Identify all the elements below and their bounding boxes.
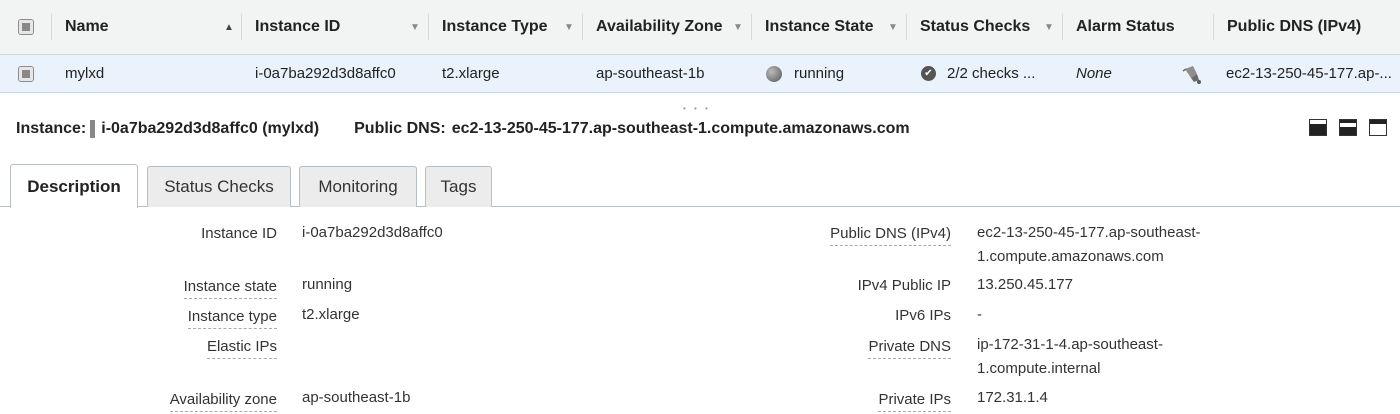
value-public-dns-line2: 1.compute.amazonaws.com [977,248,1164,265]
column-header-instance-type[interactable]: Instance Type ▼ [429,0,583,54]
pane-layout-buttons [1309,119,1387,136]
label-ipv4-public-ip: IPv4 Public IP [857,277,951,294]
value-instance-id: i-0a7ba292d3d8affc0 [302,224,443,241]
status-check-icon: ✔ [921,66,936,81]
layout-split-pane-icon[interactable] [1339,119,1357,136]
value-public-dns-line1: ec2-13-250-45-177.ap-southeast- [977,224,1201,241]
value-private-dns: ip-172-31-1-4.ap-southeast- 1.compute.in… [977,333,1163,381]
table-header: Name ▲ Instance ID ▼ Instance Type ▼ Ava… [0,0,1400,55]
column-header-public-dns-label: Public DNS (IPv4) [1227,18,1362,35]
alarm-bell-icon[interactable] [1180,55,1202,92]
table-row[interactable]: mylxd i-0a7ba292d3d8affc0 t2.xlarge ap-s… [0,55,1400,93]
label-private-ips[interactable]: Private IPs [878,391,951,412]
column-header-status-checks-label: Status Checks [920,18,1031,35]
sort-dropdown-icon[interactable]: ▼ [888,22,898,33]
sort-dropdown-icon[interactable]: ▼ [733,22,743,33]
value-private-dns-line1: ip-172-31-1-4.ap-southeast- [977,336,1163,353]
label-instance-id: Instance ID [201,225,277,242]
column-header-instance-type-label: Instance Type [442,18,548,35]
select-all-checkbox-cell[interactable] [0,0,52,54]
column-header-public-dns[interactable]: Public DNS (IPv4) [1214,0,1400,54]
column-header-instance-id[interactable]: Instance ID ▼ [242,0,429,54]
instance-heading-value: i-0a7ba292d3d8affc0 (mylxd) [101,120,320,137]
layout-top-pane-icon[interactable] [1369,119,1387,136]
cell-availability-zone: ap-southeast-1b [596,65,705,82]
label-availability-zone[interactable]: Availability zone [169,391,277,412]
sort-dropdown-icon[interactable]: ▼ [564,22,574,33]
layout-bottom-pane-icon[interactable] [1309,119,1327,136]
cell-status-checks[interactable]: ✔ 2/2 checks ... [921,55,1035,92]
instances-table: Name ▲ Instance ID ▼ Instance Type ▼ Ava… [0,0,1400,93]
public-dns-heading-label: Public DNS: [354,120,446,137]
cell-instance-state: running [766,55,844,92]
value-ipv4-public-ip: 13.250.45.177 [977,276,1073,293]
column-header-instance-id-label: Instance ID [255,18,341,35]
tab-description[interactable]: Description [10,164,138,208]
column-header-status-checks[interactable]: Status Checks ▼ [907,0,1063,54]
cell-name[interactable]: mylxd [65,55,104,92]
value-private-ips: 172.31.1.4 [977,389,1048,406]
column-header-availability-zone[interactable]: Availability Zone ▼ [583,0,752,54]
row-checkbox-cell[interactable] [18,55,34,92]
column-header-instance-state[interactable]: Instance State ▼ [752,0,907,54]
instance-state-icon [766,65,782,82]
label-ipv6-ips: IPv6 IPs [895,307,951,324]
detail-tabs: Description Status Checks Monitoring Tag… [0,164,1400,208]
label-elastic-ips[interactable]: Elastic IPs [206,338,277,359]
column-header-name-label: Name [65,18,109,35]
label-instance-type[interactable]: Instance type [187,308,277,329]
tab-status-checks[interactable]: Status Checks [147,166,291,207]
select-all-checkbox[interactable] [18,19,34,35]
label-instance-state[interactable]: Instance state [183,278,277,299]
instance-marker [90,120,96,138]
row-select-checkbox[interactable] [18,65,34,82]
value-public-dns: ec2-13-250-45-177.ap-southeast- 1.comput… [977,221,1200,269]
column-header-alarm-status[interactable]: Alarm Status [1063,0,1214,54]
column-header-availability-zone-label: Availability Zone [596,18,723,35]
value-ipv6-ips: - [977,306,982,323]
detail-header: Instance: i-0a7ba292d3d8affc0 (mylxd) Pu… [16,118,910,140]
label-private-dns[interactable]: Private DNS [868,338,951,359]
value-instance-state: running [302,276,353,293]
value-instance-type: t2.xlarge [302,306,360,323]
instance-heading-label: Instance: [16,120,87,137]
tab-monitoring[interactable]: Monitoring [299,166,417,207]
cell-alarm-status: None [1076,65,1112,82]
cell-instance-type: t2.xlarge [442,65,500,82]
cell-public-dns: ec2-13-250-45-177.ap-... [1226,65,1392,82]
public-dns-heading-value: ec2-13-250-45-177.ap-southeast-1.compute… [451,120,910,137]
resize-handle[interactable]: • • • [683,104,711,113]
sort-dropdown-icon[interactable]: ▼ [1044,22,1054,33]
value-availability-zone: ap-southeast-1b [302,389,411,406]
sort-ascending-icon[interactable]: ▲ [224,22,234,33]
cell-instance-id[interactable]: i-0a7ba292d3d8affc0 [255,55,396,92]
column-header-alarm-status-label: Alarm Status [1076,18,1175,35]
instance-state-text: running [794,65,845,82]
label-public-dns[interactable]: Public DNS (IPv4) [830,225,951,246]
status-checks-text[interactable]: 2/2 checks ... [947,65,1035,82]
tab-tags[interactable]: Tags [425,166,492,207]
value-private-dns-line2: 1.compute.internal [977,360,1101,377]
sort-dropdown-icon[interactable]: ▼ [410,22,420,33]
column-header-instance-state-label: Instance State [765,18,874,35]
column-header-name[interactable]: Name ▲ [52,0,242,54]
